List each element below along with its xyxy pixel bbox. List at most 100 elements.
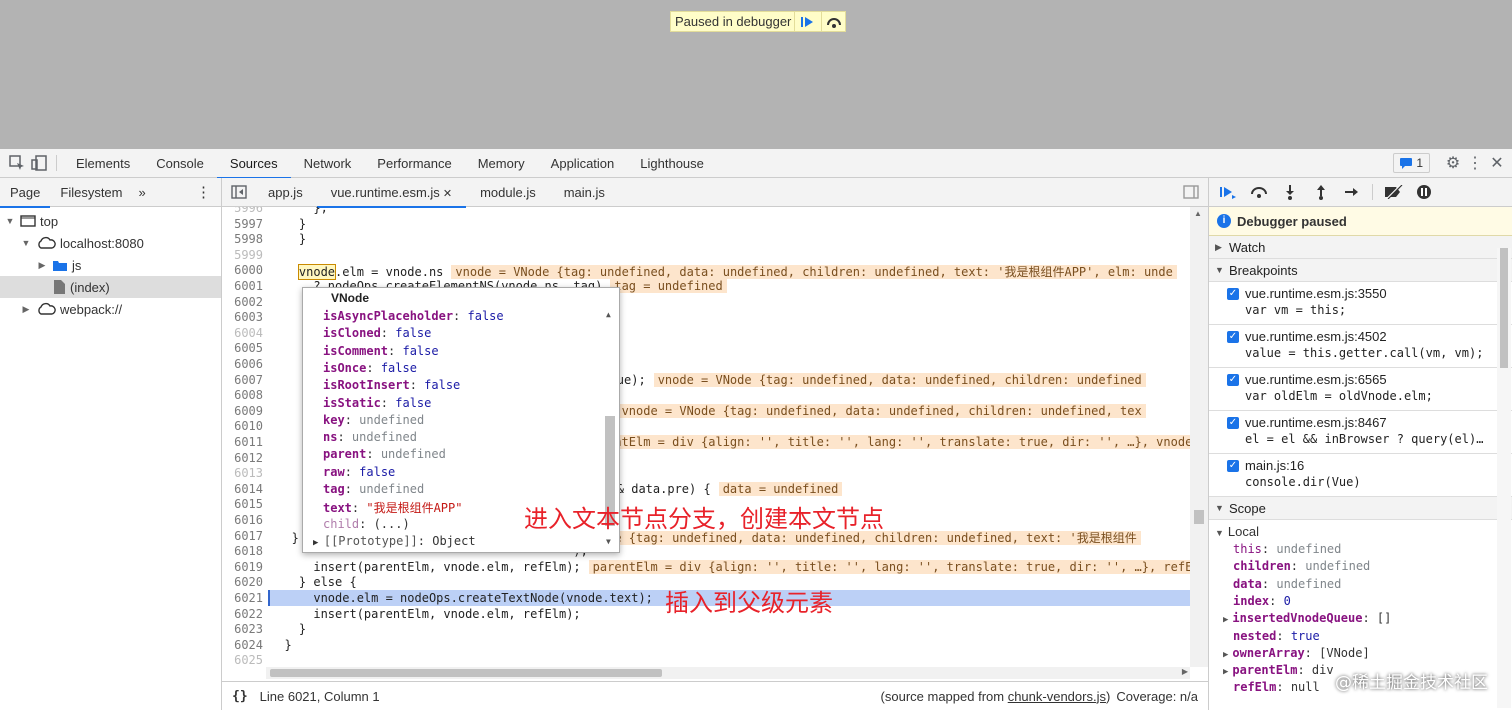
tab-sources[interactable]: Sources [216,149,291,179]
toggle-navigator-icon[interactable] [228,181,250,203]
popover-property[interactable]: parent: undefined [323,447,446,461]
popover-property[interactable]: key: undefined [323,413,424,427]
issues-button[interactable]: 1 [1393,153,1430,173]
line-number[interactable]: 6016 [222,513,266,527]
scroll-right-icon[interactable]: ▶ [1182,667,1188,676]
breakpoint-checkbox[interactable]: ✓ [1227,288,1239,300]
tab-console[interactable]: Console [143,149,217,178]
popover-property[interactable]: child: (...) [323,517,410,531]
scope-variable[interactable]: ▶ parentElm: div [1223,663,1334,677]
popover-property[interactable]: raw: false [323,465,395,479]
step-icon[interactable] [1341,182,1363,202]
sidebar-scrollbar[interactable] [1497,248,1511,708]
scroll-up-icon[interactable]: ▲ [1194,209,1202,218]
popover-property[interactable]: text: "我是根组件APP" [323,499,462,516]
line-number[interactable]: 5997 [222,217,266,231]
tab-elements[interactable]: Elements [63,149,143,178]
line-number[interactable]: 6000 [222,263,266,277]
line-number[interactable]: 6010 [222,419,266,433]
line-number[interactable]: 6011 [222,435,266,449]
watch-section-header[interactable]: ▶ Watch [1209,236,1512,259]
chevron-down-icon[interactable]: ▼ [4,216,16,226]
breakpoint-checkbox[interactable]: ✓ [1227,374,1239,386]
tree-item-top[interactable]: ▼ top [0,210,221,232]
chevron-right-icon[interactable]: ▶ [20,304,32,315]
inspect-element-icon[interactable] [6,152,28,174]
chevron-right-icon[interactable]: ▶ [1223,667,1228,677]
line-number[interactable]: 6007 [222,373,266,387]
breakpoint-item[interactable]: ✓ vue.runtime.esm.js:6565 var oldElm = old… [1209,368,1512,411]
scope-section-header[interactable]: ▼ Scope [1209,497,1512,520]
popover-property[interactable]: tag: undefined [323,482,424,496]
line-number[interactable]: 6008 [222,388,266,402]
line-number[interactable]: 6006 [222,357,266,371]
file-tab-module-js[interactable]: module.js [466,178,550,207]
line-number[interactable]: 6009 [222,404,266,418]
breakpoint-checkbox[interactable]: ✓ [1227,417,1239,429]
more-options-icon[interactable]: ⋮ [1464,152,1486,174]
line-number[interactable]: 6005 [222,341,266,355]
close-devtools-icon[interactable]: ✕ [1486,152,1508,174]
popover-property[interactable]: isRootInsert: false [323,378,460,392]
sidebar-scroll-thumb[interactable] [1500,248,1508,368]
close-tab-icon[interactable]: ✕ [440,188,452,200]
line-number[interactable]: 6004 [222,326,266,340]
line-number[interactable]: 6017 [222,529,266,543]
scope-variable[interactable]: ▶ insertedVnodeQueue: [] [1223,611,1391,625]
tree-item-index[interactable]: (index) [0,276,221,298]
breakpoint-item[interactable]: ✓ main.js:16 console.dir(Vue) [1209,454,1512,497]
chevron-right-icon[interactable]: ▶ [313,538,324,548]
scope-variable[interactable]: children: undefined [1233,559,1370,573]
chevron-right-icon[interactable]: ▶ [36,260,48,271]
scope-variable[interactable]: nested: true [1233,629,1320,643]
chevron-right-icon[interactable]: ▶ [1223,650,1228,660]
line-number[interactable]: 5999 [222,248,266,262]
line-number[interactable]: 6022 [222,607,266,621]
tab-lighthouse[interactable]: Lighthouse [627,149,717,178]
scroll-down-icon[interactable]: ▼ [606,537,611,546]
step-into-icon[interactable] [1279,182,1301,202]
deactivate-breakpoints-icon[interactable] [1382,182,1404,202]
line-number[interactable]: 6023 [222,622,266,636]
tab-memory[interactable]: Memory [465,149,538,178]
tree-item-js[interactable]: ▶ js [0,254,221,276]
breakpoints-section-header[interactable]: ▼ Breakpoints [1209,259,1512,282]
step-over-button[interactable] [821,12,845,31]
line-number[interactable]: 6002 [222,295,266,309]
scope-variable[interactable]: ▶ ownerArray: [VNode] [1223,646,1370,660]
editor-horizontal-scrollbar[interactable]: ▶ [266,667,1190,679]
pause-on-exceptions-icon[interactable] [1413,182,1435,202]
file-tab-main-js[interactable]: main.js [550,178,619,207]
popover-property[interactable]: isComment: false [323,344,439,358]
toggle-debugger-icon[interactable] [1180,181,1202,203]
tree-item-localhost8080[interactable]: ▼ localhost:8080 [0,232,221,254]
chevron-right-icon[interactable]: ▶ [1223,615,1228,625]
breakpoint-checkbox[interactable]: ✓ [1227,331,1239,343]
navigator-tab-page[interactable]: Page [0,178,51,208]
resume-icon[interactable] [1217,182,1239,202]
line-number[interactable]: 6003 [222,310,266,324]
navigator-menu-icon[interactable]: ⋮ [196,183,221,201]
file-tab-vue-runtime-esm-js[interactable]: vue.runtime.esm.js ✕ [316,178,467,208]
tab-performance[interactable]: Performance [364,149,464,178]
breakpoint-checkbox[interactable]: ✓ [1227,460,1239,472]
local-scope-header[interactable]: ▼ Local [1215,524,1259,539]
breakpoint-item[interactable]: ✓ vue.runtime.esm.js:3550 var vm = this; [1209,282,1512,325]
step-over-icon[interactable] [1248,182,1270,202]
breakpoint-item[interactable]: ✓ vue.runtime.esm.js:8467 el = el && inBro… [1209,411,1512,454]
line-number[interactable]: 6013 [222,466,266,480]
tab-network[interactable]: Network [291,149,365,178]
settings-gear-icon[interactable]: ⚙ [1442,152,1464,174]
scope-variable[interactable]: data: undefined [1233,577,1341,591]
more-tabs-icon[interactable]: » [133,178,152,207]
line-number[interactable]: 6024 [222,638,266,652]
source-map-link[interactable]: chunk-vendors.js [1008,689,1106,704]
scope-variable[interactable]: index: 0 [1233,594,1291,608]
line-number[interactable]: 6020 [222,575,266,589]
hover-token-vnode[interactable]: vnode [297,264,337,281]
line-number[interactable]: 5998 [222,232,266,246]
scope-variable[interactable]: this: undefined [1233,542,1341,556]
line-number[interactable]: 6001 [222,279,266,293]
line-number[interactable]: 6014 [222,482,266,496]
popover-property[interactable]: isOnce: false [323,361,417,375]
